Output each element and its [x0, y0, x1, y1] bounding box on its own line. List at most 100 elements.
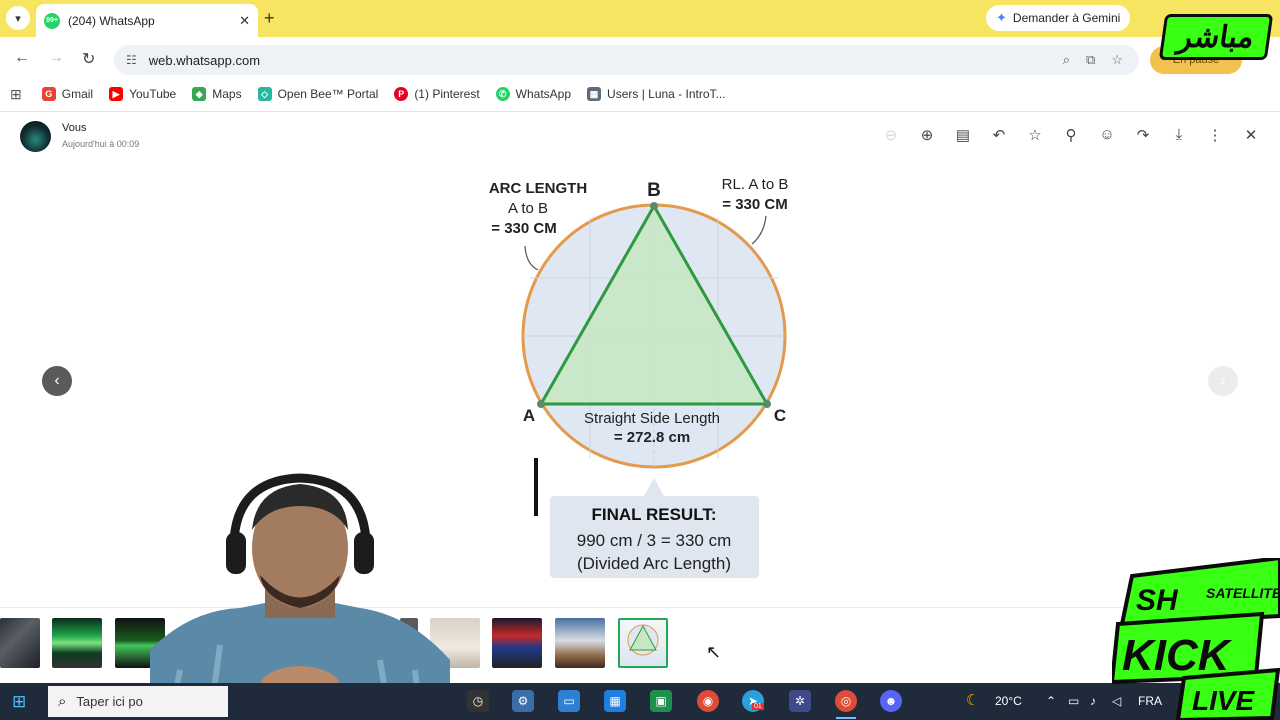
tray-chevron-icon[interactable]: ⌃ [1046, 694, 1056, 708]
rl-title: RL. A to B [722, 176, 789, 193]
table-grid-icon: ▦ [587, 87, 602, 101]
bookmark-youtube[interactable]: ▶ YouTube [109, 87, 176, 101]
chrome-icon[interactable]: ◎ [835, 690, 857, 712]
forward-arrow-icon[interactable]: → [48, 49, 64, 67]
maps-icon: ◆ [192, 87, 207, 101]
network-icon[interactable]: ▭ [1068, 694, 1079, 708]
weather-moon-icon[interactable]: ☾ [966, 691, 979, 709]
gmail-icon: G [41, 87, 56, 101]
mouse-cursor-icon: ↖ [706, 642, 722, 662]
office-apps-icon[interactable]: ▣ [650, 690, 672, 712]
channel-logo: مباشر [1158, 14, 1274, 60]
whatsapp-icon: ✆ [495, 87, 510, 101]
search-icon: ⌕ [58, 693, 67, 710]
bookmark-luna-users[interactable]: ▦ Users | Luna - IntroT... [587, 87, 726, 101]
tab-search-chevron-icon[interactable]: ▾ [6, 6, 30, 30]
result-title: FINAL RESULT: [592, 505, 717, 524]
apps-grid-icon[interactable]: ⊞ [10, 86, 22, 103]
bookmark-pinterest[interactable]: P (1) Pinterest [394, 87, 480, 101]
next-media-button[interactable]: › [1208, 366, 1238, 396]
forward-icon[interactable]: ↷ [1133, 126, 1153, 144]
thumbnail-selected[interactable] [618, 618, 668, 668]
close-viewer-icon[interactable]: ✕ [1241, 126, 1261, 144]
more-options-icon[interactable]: ⋮ [1205, 126, 1225, 144]
logo-sh: SH [1136, 584, 1179, 617]
pin-icon[interactable]: ⚲ [1061, 126, 1081, 144]
bookmark-whatsapp[interactable]: ✆ WhatsApp [495, 87, 571, 101]
vertex-c-label: C [774, 406, 786, 425]
result-line-1: 990 cm / 3 = 330 cm [577, 531, 732, 550]
browser-toolbar: ← → ↻ ☷ web.whatsapp.com ⌕ ⧉ ☆ En pause [0, 37, 1280, 81]
task-manager-icon[interactable]: ◷ [467, 690, 489, 712]
logo-kick: KICK [1122, 631, 1233, 680]
chrome-profile-icon[interactable]: ◉ [697, 690, 719, 712]
gemini-spark-icon: ✦ [996, 10, 1007, 25]
satellite-app-icon[interactable]: ✲ [789, 690, 811, 712]
calculator-icon[interactable]: ▦ [604, 690, 626, 712]
new-tab-button[interactable]: + [264, 8, 275, 29]
bookmark-gmail[interactable]: G Gmail [41, 87, 93, 101]
tab-strip: ▾ 99+ (204) WhatsApp ✕ + ✦ Demander à Ge… [0, 0, 1280, 37]
download-icon[interactable]: ⤓ [1169, 126, 1189, 143]
notification-badge: 01 [752, 703, 764, 710]
media-image[interactable]: ARC LENGTH A to B = 330 CM RL. A to B = … [470, 168, 810, 588]
tab-whatsapp[interactable]: 99+ (204) WhatsApp ✕ [36, 4, 258, 37]
go-to-message-icon[interactable]: ▤ [953, 126, 973, 144]
active-app-indicator [836, 717, 856, 719]
result-line-2: (Divided Arc Length) [577, 554, 731, 573]
close-tab-icon[interactable]: ✕ [239, 13, 250, 29]
vertex-a-dot [537, 400, 545, 408]
logo-live: LIVE [1192, 685, 1256, 716]
arc-length-value: = 330 CM [491, 220, 556, 237]
side-length-title: Straight Side Length [584, 410, 720, 427]
youtube-icon: ▶ [109, 87, 124, 101]
site-settings-icon[interactable]: ☷ [126, 53, 137, 67]
rl-value: = 330 CM [722, 196, 787, 213]
thumbnail[interactable] [0, 618, 40, 668]
star-icon[interactable]: ☆ [1025, 126, 1045, 144]
previous-media-button[interactable]: ‹ [42, 366, 72, 396]
logo-satellite: SATELLITE [1206, 585, 1280, 601]
side-length-value: = 272.8 cm [614, 429, 690, 446]
windows-taskbar: ⊞ ⌕ Taper ici po ◷ ⚙ ▭ ▦ ▣ ◉ ➤ 01 ✲ ◎ ☻ … [0, 683, 1280, 720]
arc-length-title: ARC LENGTH [489, 180, 587, 197]
address-bar[interactable]: ☷ web.whatsapp.com ⌕ ⧉ ☆ [114, 45, 1139, 75]
settings-gear-icon[interactable]: ⚙ [512, 690, 534, 712]
pinterest-icon: P [394, 87, 409, 101]
react-emoji-icon[interactable]: ☺ [1097, 126, 1117, 143]
arc-leader-line [524, 245, 539, 271]
reply-icon[interactable]: ↶ [989, 126, 1009, 144]
zoom-in-icon[interactable]: ⊕ [917, 126, 937, 144]
weather-temperature[interactable]: 20°C [995, 694, 1022, 708]
bookmarks-bar: ⊞ G Gmail ▶ YouTube ◆ Maps ◇ Open Bee™ Porta… [0, 81, 1280, 107]
gemini-button[interactable]: ✦ Demander à Gemini [986, 5, 1131, 31]
url-text[interactable]: web.whatsapp.com [149, 53, 1063, 68]
taskbar-search[interactable]: ⌕ Taper ici po [48, 686, 228, 717]
thumbnail[interactable] [555, 618, 605, 668]
vertex-c-dot [763, 400, 771, 408]
install-app-icon[interactable]: ⧉ [1086, 52, 1095, 68]
remote-desktop-icon[interactable]: ▭ [558, 690, 580, 712]
discord-icon[interactable]: ☻ [880, 690, 902, 712]
whatsapp-favicon-icon: 99+ [44, 12, 60, 29]
thumbnail[interactable] [52, 618, 102, 668]
message-timestamp: Aujourd'hui à 00:09 [62, 139, 140, 149]
vertex-b-dot [650, 202, 658, 210]
vertex-a-label: A [523, 406, 535, 425]
avatar[interactable] [20, 121, 51, 152]
thumbnail[interactable] [492, 618, 542, 668]
back-arrow-icon[interactable]: ← [14, 49, 30, 67]
vertex-b-label: B [647, 180, 661, 201]
microphone-icon[interactable]: ♪ [1090, 694, 1096, 708]
bookmark-open-bee[interactable]: ◇ Open Bee™ Portal [257, 87, 378, 101]
callout-pointer [644, 478, 664, 496]
kick-live-graphic: SH SATELLITE KICK LIVE [1109, 555, 1280, 720]
media-viewer-header: Vous Aujourd'hui à 00:09 ⊖ ⊕ ▤ ↶ ☆ ⚲ ☺ ↷… [0, 112, 1280, 160]
reload-icon[interactable]: ↻ [82, 49, 95, 69]
open-bee-icon: ◇ [257, 87, 272, 101]
windows-start-icon[interactable]: ⊞ [12, 692, 26, 712]
bookmark-star-icon[interactable]: ☆ [1111, 52, 1123, 68]
zoom-icon[interactable]: ⌕ [1063, 52, 1070, 68]
bookmark-maps[interactable]: ◆ Maps [192, 87, 242, 101]
zoom-out-icon[interactable]: ⊖ [881, 126, 901, 144]
